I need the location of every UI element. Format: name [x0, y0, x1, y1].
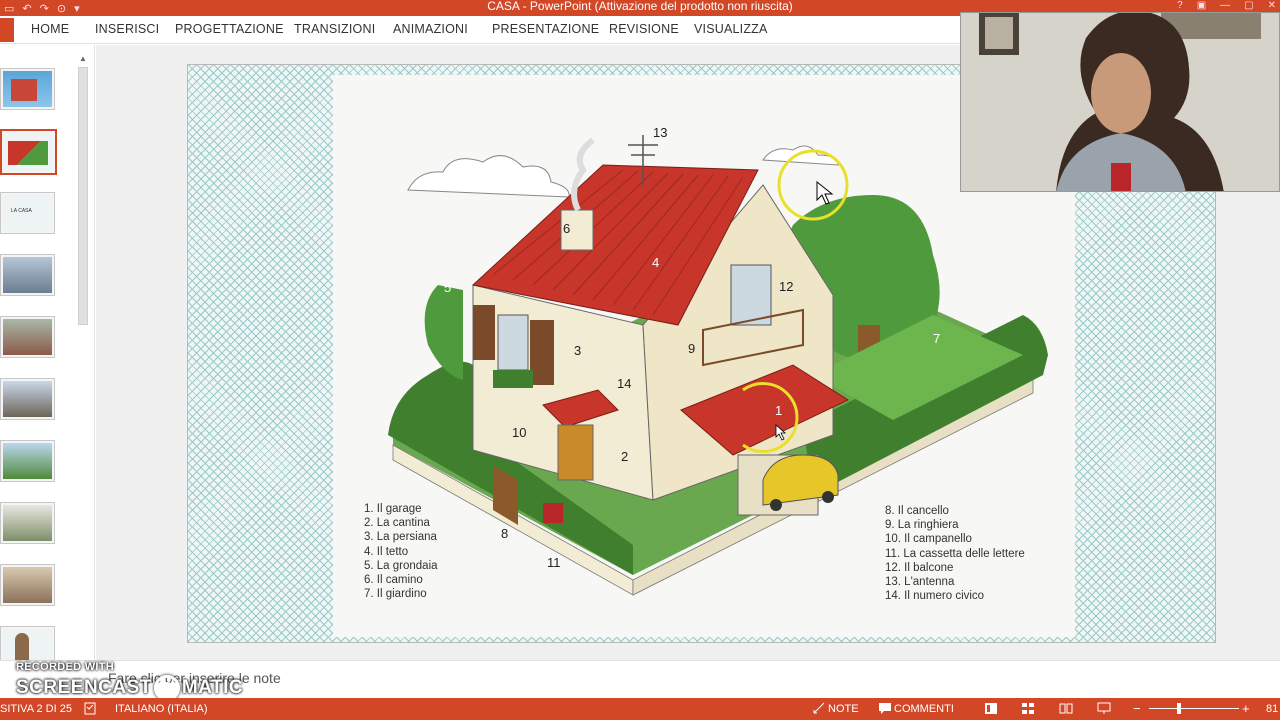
label-10: 10 — [512, 425, 526, 440]
spellcheck-icon[interactable] — [84, 702, 98, 715]
tab-view[interactable]: VISUALIZZA — [694, 22, 768, 36]
legend-item: 11. La cassetta delle lettere — [885, 547, 1025, 560]
watermark-text-a: SCREENCAST — [16, 677, 152, 698]
legend-item: 13. L'antenna — [885, 576, 955, 589]
label-7: 7 — [933, 331, 940, 346]
tab-transitions[interactable]: TRANSIZIONI — [294, 22, 375, 36]
slide-thumbnail-7[interactable] — [0, 440, 55, 482]
tab-file[interactable] — [0, 18, 14, 42]
watermark-line1: RECORDED WITH — [16, 661, 115, 673]
window-title: CASA - PowerPoint (Attivazione del prodo… — [487, 0, 793, 13]
watermark-text-b: MATIC — [181, 677, 244, 698]
thumbnail-scrollbar[interactable]: ▲ — [76, 53, 90, 653]
legend-left: 1. Il garage 2. La cantina 3. La persian… — [364, 502, 438, 601]
slideshow-icon[interactable] — [1097, 702, 1111, 715]
legend-item: 2. La cantina — [364, 517, 430, 530]
legend-item: 10. Il campanello — [885, 533, 972, 546]
tab-home[interactable]: HOME — [31, 22, 69, 36]
label-11: 11 — [547, 555, 561, 570]
close-icon[interactable]: ✕ — [1268, 0, 1276, 11]
language-indicator[interactable]: ITALIANO (ITALIA) — [115, 703, 208, 715]
comments-icon[interactable] — [878, 702, 892, 715]
zoom-in-icon[interactable]: + — [1242, 701, 1250, 716]
zoom-slider-thumb[interactable] — [1177, 703, 1181, 714]
slide-thumbnail-3[interactable]: LA CASA — [0, 192, 55, 234]
status-bar: SITIVA 2 DI 25 ITALIANO (ITALIA) NOTE CO… — [0, 698, 1280, 720]
legend-item: 14. Il numero civico — [885, 590, 985, 603]
minimize-icon[interactable]: — — [1220, 0, 1230, 11]
comments-button[interactable]: COMMENTI — [894, 703, 954, 715]
powerpoint-window: ▭ ↶ ↷ ⊙ ▾ CASA - PowerPoint (Attivazione… — [0, 0, 1280, 720]
slide-thumbnail-6[interactable] — [0, 378, 55, 420]
tab-design[interactable]: PROGETTAZIONE — [175, 22, 284, 36]
presenter-video — [961, 13, 1279, 191]
legend-item: 12. Il balcone — [885, 561, 954, 574]
legend-item: 5. La grondaia — [364, 559, 438, 572]
zoom-out-icon[interactable]: − — [1133, 701, 1141, 716]
tab-insert[interactable]: INSERISCI — [95, 22, 159, 36]
maximize-icon[interactable]: ▢ — [1244, 0, 1253, 11]
legend-item: 7. Il giardino — [364, 588, 427, 601]
slide-thumbnail-pane: LA CASA ▲ — [0, 45, 95, 668]
zoom-slider[interactable] — [1149, 708, 1239, 709]
legend-item: 3. La persiana — [364, 531, 437, 544]
slide-thumbnail-2[interactable] — [0, 129, 57, 175]
tab-review[interactable]: REVISIONE — [609, 22, 679, 36]
legend-right: 8. Il cancello 9. La ringhiera 10. Il ca… — [885, 504, 1025, 603]
label-6: 6 — [563, 221, 570, 236]
label-13: 13 — [653, 125, 667, 140]
reading-view-icon[interactable] — [1059, 702, 1073, 715]
label-2: 2 — [621, 449, 628, 464]
tab-animations[interactable]: ANIMAZIONI — [393, 22, 468, 36]
notes-icon[interactable] — [812, 702, 826, 715]
webcam-overlay — [960, 12, 1280, 192]
legend-item: 6. Il camino — [364, 574, 423, 587]
legend-item: 8. Il cancello — [885, 505, 949, 517]
help-icon[interactable]: ? — [1177, 0, 1183, 11]
slide-thumbnail-4[interactable] — [0, 254, 55, 296]
label-12: 12 — [779, 279, 793, 294]
slide-thumbnail-8[interactable] — [0, 502, 55, 544]
legend-item: 1. Il garage — [364, 503, 422, 515]
slide-sorter-icon[interactable] — [1021, 702, 1035, 715]
label-3: 3 — [574, 343, 581, 358]
slide-thumbnail-1[interactable] — [0, 68, 55, 110]
slide-counter[interactable]: SITIVA 2 DI 25 — [0, 703, 72, 715]
tab-slideshow[interactable]: PRESENTAZIONE — [492, 22, 599, 36]
slide-thumbnail-9[interactable] — [0, 564, 55, 606]
label-9: 9 — [688, 341, 695, 356]
label-8: 8 — [501, 526, 508, 541]
label-4: 4 — [652, 255, 659, 270]
legend-item: 9. La ringhiera — [885, 519, 959, 532]
zoom-level[interactable]: 81 — [1266, 703, 1278, 715]
normal-view-icon[interactable] — [984, 702, 998, 715]
scrollbar-thumb[interactable] — [78, 67, 88, 325]
screencast-watermark: RECORDED WITH SCREENCAST MATIC — [16, 661, 243, 701]
label-1: 1 — [775, 403, 782, 418]
scroll-up-icon[interactable]: ▲ — [76, 53, 90, 65]
label-5: 5 — [444, 280, 451, 295]
slide-thumbnail-5[interactable] — [0, 316, 55, 358]
legend-item: 4. Il tetto — [364, 545, 409, 558]
ribbon-display-icon[interactable]: ▣ — [1197, 0, 1206, 11]
window-controls: ? ▣ — ▢ ✕ — [1177, 0, 1276, 11]
notes-button[interactable]: NOTE — [828, 703, 859, 715]
label-14: 14 — [617, 376, 631, 391]
